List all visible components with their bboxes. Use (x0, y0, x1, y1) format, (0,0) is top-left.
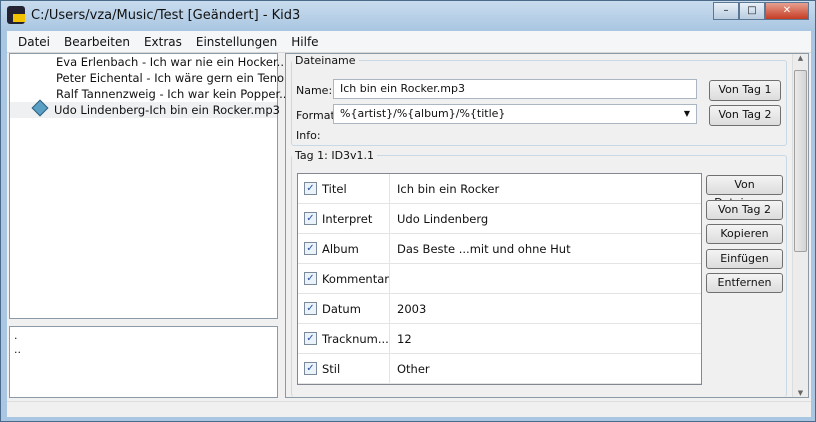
field-cell[interactable]: ✓ Interpret (298, 204, 390, 233)
tag-row[interactable]: ✓ Tracknum... 12 (298, 324, 701, 354)
value-cell[interactable]: Udo Lindenberg (390, 204, 701, 233)
file-item[interactable]: Ralf Tannenzweig - Ich war kein Popper..… (10, 86, 294, 102)
menu-bar: Datei Bearbeiten Extras Einstellungen Hi… (7, 31, 811, 53)
format-value: %{artist}/%{album}/%{title} (340, 107, 506, 120)
checkbox-checked[interactable]: ✓ (304, 242, 317, 255)
scroll-down-icon[interactable]: ▼ (793, 389, 808, 397)
tag-row[interactable]: ✓ Album Das Beste ...mit und ohne Hut (298, 234, 701, 264)
value-cell[interactable]: Ich bin ein Rocker (390, 174, 701, 203)
menu-hilfe[interactable]: Hilfe (284, 31, 325, 52)
value-cell[interactable]: Other (390, 354, 701, 383)
value-cell[interactable]: 12 (390, 324, 701, 353)
file-item[interactable]: Eva Erlenbach - Ich war nie ein Hocker..… (10, 54, 291, 70)
tag1-button-einfügen[interactable]: Einfügen (706, 248, 783, 269)
checkbox-checked[interactable]: ✓ (304, 332, 317, 345)
field-cell[interactable]: ✓ Tracknum... (298, 324, 390, 353)
von-tag1-button[interactable]: Von Tag 1 (709, 80, 781, 101)
tag-editor-pane: Dateiname Name: Ich bin ein Rocker.mp3 V… (285, 53, 809, 398)
tag1-table[interactable]: ✓ Titel Ich bin ein Rocker ✓ Interpret Udo Li… (297, 173, 702, 385)
format-combo[interactable]: %{artist}/%{album}/%{title} ▼ (333, 104, 697, 124)
dropdown-arrow-icon[interactable]: ▼ (684, 105, 690, 123)
field-name: Album (322, 241, 359, 256)
tag1-button-von-dateiname[interactable]: Von Dateiname (706, 175, 783, 209)
menu-extras[interactable]: Extras (137, 31, 189, 52)
field-name: Datum (322, 301, 361, 316)
field-name: Kommentar (321, 271, 389, 286)
menu-bearbeiten[interactable]: Bearbeiten (57, 31, 137, 52)
checkbox-checked[interactable]: ✓ (304, 302, 317, 315)
checkbox-checked[interactable]: ✓ (304, 362, 317, 375)
tag1-button-entfernen[interactable]: Entfernen (706, 273, 783, 294)
maximize-button[interactable]: □ (739, 2, 765, 20)
dir-item[interactable]: . (14, 329, 273, 343)
field-cell[interactable]: ✓ Kommentar (298, 264, 390, 293)
file-list[interactable]: Eva Erlenbach - Ich war nie ein Hocker..… (9, 53, 299, 319)
audio-file-icon (31, 99, 49, 117)
tag-row[interactable]: ✓ Stil Other (298, 354, 701, 384)
checkbox-checked[interactable]: ✓ (304, 182, 317, 195)
file-name: Udo Lindenberg-Ich bin ein Rocker.mp3 (54, 103, 280, 117)
vertical-scrollbar[interactable]: ▲ ▼ (792, 54, 808, 397)
tag1-legend: Tag 1: ID3v1.1 (295, 149, 375, 162)
tag-row[interactable]: ✓ Interpret Udo Lindenberg (298, 204, 701, 234)
window-title: C:/Users/vza/Music/Test [Geändert] - Kid… (31, 8, 301, 23)
tag-row[interactable]: ✓ Titel Ich bin ein Rocker (298, 174, 701, 204)
value-cell[interactable] (390, 264, 701, 293)
field-cell[interactable]: ✓ Album (298, 234, 390, 263)
value-cell[interactable]: Das Beste ...mit und ohne Hut (390, 234, 701, 263)
dir-item[interactable]: .. (14, 343, 273, 357)
field-cell[interactable]: ✓ Stil (298, 354, 390, 383)
field-cell[interactable]: ✓ Titel (298, 174, 390, 203)
file-item-selected[interactable]: Udo Lindenberg-Ich bin ein Rocker.mp3 (10, 99, 280, 118)
minimize-button[interactable]: – (713, 2, 739, 20)
checkbox-checked[interactable]: ✓ (304, 212, 317, 225)
menu-datei[interactable]: Datei (11, 31, 57, 52)
field-name: Titel (322, 181, 347, 196)
filename-legend: Dateiname (295, 54, 356, 67)
checkbox-checked[interactable]: ✓ (304, 272, 317, 285)
kid3-app-icon (7, 6, 25, 24)
field-name: Stil (322, 361, 341, 376)
tag1-button-kopieren[interactable]: Kopieren (706, 224, 783, 245)
value-cell[interactable]: 2003 (390, 294, 701, 323)
tag-row[interactable]: ✓ Datum 2003 (298, 294, 701, 324)
name-input[interactable]: Ich bin ein Rocker.mp3 (333, 79, 697, 99)
kid3-window: C:/Users/vza/Music/Test [Geändert] - Kid… (0, 0, 816, 422)
menu-einstellungen[interactable]: Einstellungen (189, 31, 284, 52)
scroll-thumb[interactable] (794, 70, 807, 252)
close-button[interactable]: ✕ (765, 2, 809, 20)
directory-list[interactable]: . .. (9, 326, 278, 398)
tag1-button-von-tag-2[interactable]: Von Tag 2 (706, 199, 783, 220)
name-label: Name: (296, 84, 333, 97)
file-item[interactable]: Peter Eichental - Ich wäre gern ein Teno… (10, 70, 299, 86)
info-label: Info: (296, 129, 321, 142)
field-name: Interpret (322, 211, 373, 226)
status-bar (7, 401, 811, 417)
field-cell[interactable]: ✓ Datum (298, 294, 390, 323)
tag-row[interactable]: ✓ Kommentar (298, 264, 701, 294)
von-tag2-button[interactable]: Von Tag 2 (709, 105, 781, 126)
field-name: Tracknum... (322, 331, 389, 346)
scroll-up-icon[interactable]: ▲ (793, 54, 808, 62)
